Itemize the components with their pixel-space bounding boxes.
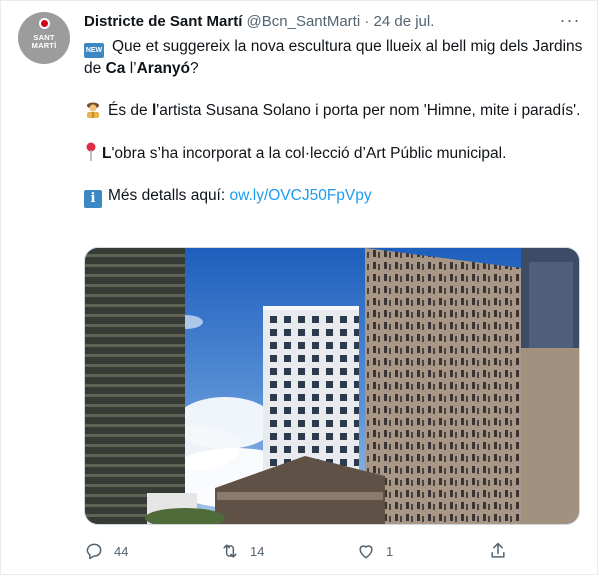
author-name[interactable]: Districte de Sant Martí	[84, 13, 242, 30]
tweet-text: NEW Que et suggereix la nova escultura qu…	[84, 36, 584, 208]
details-link[interactable]: ow.ly/OVCJ50FpVpy	[229, 187, 371, 204]
para2-rest: 'artista Susana Solano i porta per nom '…	[156, 102, 581, 119]
tweet-photo[interactable]	[84, 247, 580, 525]
para2-text: És de	[108, 102, 152, 119]
paragraph-4: i Més detalls aquí: ow.ly/OVCJ50FpVpy	[84, 185, 584, 208]
para1-bold-ca: Ca	[105, 60, 126, 77]
new-emoji-icon: NEW	[84, 43, 104, 58]
share-icon	[491, 542, 505, 558]
avatar-text: SANT MARTÍ	[18, 34, 70, 50]
paragraph-2: És de l'artista Susana Solano i porta pe…	[84, 100, 584, 122]
paragraph-3: L'obra s’ha incorporat a la col·lecció d…	[84, 142, 584, 165]
tweet-header: Districte de Sant Martí @Bcn_SantMarti ·…	[84, 12, 554, 34]
reply-count: 44	[114, 543, 129, 559]
more-horizontal-icon[interactable]: ···	[557, 11, 583, 31]
information-icon: i	[84, 190, 102, 208]
author-handle[interactable]: @Bcn_SantMarti	[247, 13, 361, 30]
retweet-button[interactable]: 14	[220, 537, 264, 565]
separator-dot: ·	[364, 13, 370, 30]
retweet-count: 14	[250, 543, 265, 559]
paragraph-1: NEW Que et suggereix la nova escultura qu…	[84, 36, 584, 80]
round-pushpin-icon	[86, 142, 96, 161]
reply-button[interactable]: 44	[84, 537, 128, 565]
like-button[interactable]: 1	[356, 537, 393, 565]
like-count: 1	[386, 543, 394, 559]
tweet-card[interactable]: SANT MARTÍ Districte de Sant Martí @Bcn_…	[0, 0, 598, 575]
avatar-line2: MARTÍ	[31, 41, 57, 50]
heart-icon	[359, 545, 373, 559]
artist-emoji-icon	[87, 102, 99, 118]
building-photo	[85, 248, 579, 524]
para4-text: Més detalls aquí:	[108, 187, 230, 204]
para3-text: 'obra s’ha incorporat a la col·lecció d’…	[111, 145, 507, 162]
avatar[interactable]: SANT MARTÍ	[18, 12, 70, 64]
share-button[interactable]	[488, 537, 508, 565]
para1-end: ?	[190, 60, 199, 77]
para1-mid: l’	[125, 60, 137, 77]
retweet-icon	[223, 544, 237, 558]
action-bar: 44 14 1	[84, 537, 584, 565]
district-seal-icon	[39, 18, 50, 29]
reply-icon	[86, 543, 102, 560]
para1-bold-aranyo: Aranyó	[136, 60, 190, 77]
tweet-date[interactable]: 24 de jul.	[374, 13, 435, 30]
